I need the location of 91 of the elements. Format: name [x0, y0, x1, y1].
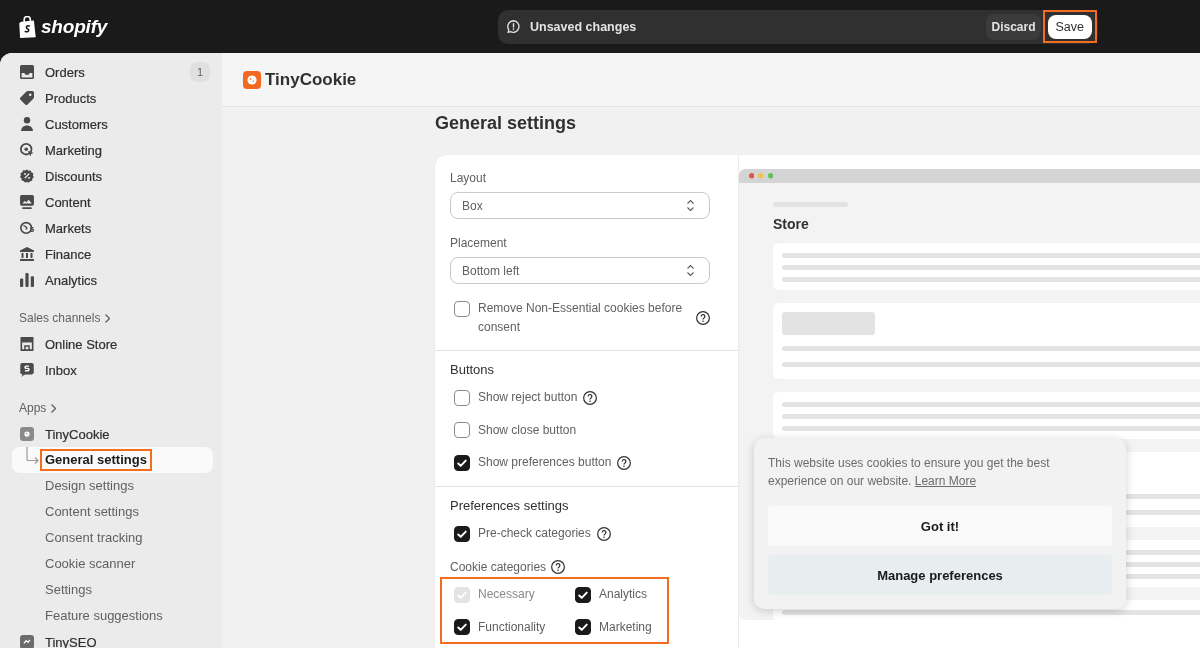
select-field[interactable]: Box — [450, 192, 710, 219]
inbox-tray-icon — [20, 65, 34, 79]
app-title: TinyCookie — [265, 69, 357, 90]
nav-item[interactable]: TinyCookie — [12, 421, 213, 447]
shopping-bag-icon — [18, 15, 37, 38]
learn-more-link[interactable]: Learn More — [914, 474, 977, 488]
nav-item[interactable]: Finance — [12, 241, 213, 267]
tag-icon — [20, 91, 34, 105]
checkbox[interactable] — [454, 525, 470, 542]
window-dot-icon — [748, 173, 754, 179]
bar-chart-icon — [20, 273, 34, 287]
globe-dollar-icon — [20, 221, 34, 235]
cookie-app-icon — [243, 70, 261, 89]
nav-subitem[interactable]: General settings — [12, 447, 213, 473]
checkmark-icon — [578, 590, 588, 599]
nav-subitem[interactable]: Settings — [12, 577, 213, 603]
page-title: General settings — [435, 112, 577, 135]
nav-item[interactable]: Markets — [12, 215, 213, 241]
chat-bubble-icon — [20, 363, 34, 377]
storefront-icon — [20, 337, 34, 351]
banner-button[interactable]: Manage preferences — [768, 555, 1112, 595]
person-icon — [20, 117, 34, 131]
section-link[interactable]: Sales channels — [0, 305, 111, 331]
nav-item[interactable]: Products — [12, 85, 213, 111]
section-link[interactable]: Apps — [0, 395, 57, 421]
help-icon[interactable] — [551, 559, 566, 574]
discard-button[interactable]: Discard — [986, 13, 1041, 40]
checkbox[interactable] — [454, 422, 470, 438]
checkbox-label: Show close button — [478, 421, 577, 439]
checkmark-icon — [457, 458, 467, 467]
nav-item[interactable]: Discounts — [12, 163, 213, 189]
checkmark-icon — [457, 590, 467, 599]
checkbox[interactable] — [454, 454, 470, 471]
nav-subitem[interactable]: Feature suggestions — [12, 603, 213, 629]
help-icon[interactable] — [583, 390, 598, 405]
checkmark-icon — [457, 623, 467, 631]
checkbox[interactable] — [454, 389, 470, 406]
nav-subitem[interactable]: Design settings — [12, 473, 213, 499]
help-icon[interactable] — [596, 526, 611, 541]
chevron-updown-icon — [687, 265, 694, 276]
nav-item[interactable]: Online Store — [12, 331, 213, 357]
field-label: Cookie categories — [450, 558, 547, 575]
alert-icon — [507, 20, 520, 33]
checkbox[interactable] — [575, 586, 591, 603]
preview-heading: Store — [773, 215, 809, 233]
nav-item[interactable]: Content — [12, 189, 213, 215]
window-dot-icon — [767, 173, 773, 179]
field-label: Layout — [450, 170, 488, 186]
checkbox[interactable] — [454, 619, 470, 635]
checkmark-icon — [578, 623, 588, 631]
banner-button[interactable]: Got it! — [768, 506, 1112, 546]
section-title: Buttons — [450, 361, 495, 379]
checkbox-label: Remove Non-Essential cookies before consent — [478, 300, 684, 336]
checkbox-label: Analytics — [599, 586, 648, 603]
checkbox-label: Necessary — [478, 586, 535, 603]
checkmark-icon — [457, 529, 467, 538]
nav-item[interactable]: Customers — [12, 111, 213, 137]
chevron-updown-icon — [687, 200, 694, 211]
checkbox-label: Show reject button — [478, 389, 578, 406]
nav-subitem[interactable]: Cookie scanner — [12, 551, 213, 577]
checkbox[interactable] — [575, 619, 591, 635]
percent-badge-icon — [20, 169, 34, 183]
save-button[interactable]: Save — [1047, 14, 1092, 39]
window-dot-icon — [758, 173, 764, 179]
count-badge: 1 — [190, 62, 210, 82]
section-title: Preferences settings — [450, 497, 569, 515]
checkbox-label: Functionality — [478, 618, 546, 636]
field-label: Placement — [450, 235, 508, 251]
nav-subitem[interactable]: Consent tracking — [12, 525, 213, 551]
chevron-right-icon — [105, 313, 111, 323]
checkbox[interactable] — [454, 300, 470, 317]
help-icon[interactable] — [696, 311, 710, 325]
nav-item[interactable]: Inbox — [12, 357, 213, 383]
checkbox-label: Show preferences button — [478, 454, 612, 471]
app-icon — [20, 635, 34, 648]
notice-text: Unsaved changes — [530, 19, 637, 34]
checkbox-label: Marketing — [599, 618, 652, 636]
chevron-right-icon — [51, 403, 57, 413]
nav-item[interactable]: Marketing — [12, 137, 213, 163]
nav-item[interactable]: Analytics — [12, 267, 213, 293]
nav-subitem[interactable]: Content settings — [12, 499, 213, 525]
nav-item[interactable]: Orders 1 — [12, 59, 213, 85]
help-icon[interactable] — [617, 455, 632, 470]
target-cursor-icon — [20, 143, 34, 157]
logo-wordmark: shopify — [41, 15, 108, 38]
bank-icon — [20, 247, 34, 261]
image-monitor-icon — [20, 195, 34, 209]
app-icon — [20, 427, 34, 441]
select-field[interactable]: Bottom left — [450, 257, 710, 284]
checkbox-label: Pre-check categories — [478, 525, 591, 542]
banner-text: This website uses cookies to ensure you get the best experience on our website. Learn More — [768, 455, 1051, 490]
